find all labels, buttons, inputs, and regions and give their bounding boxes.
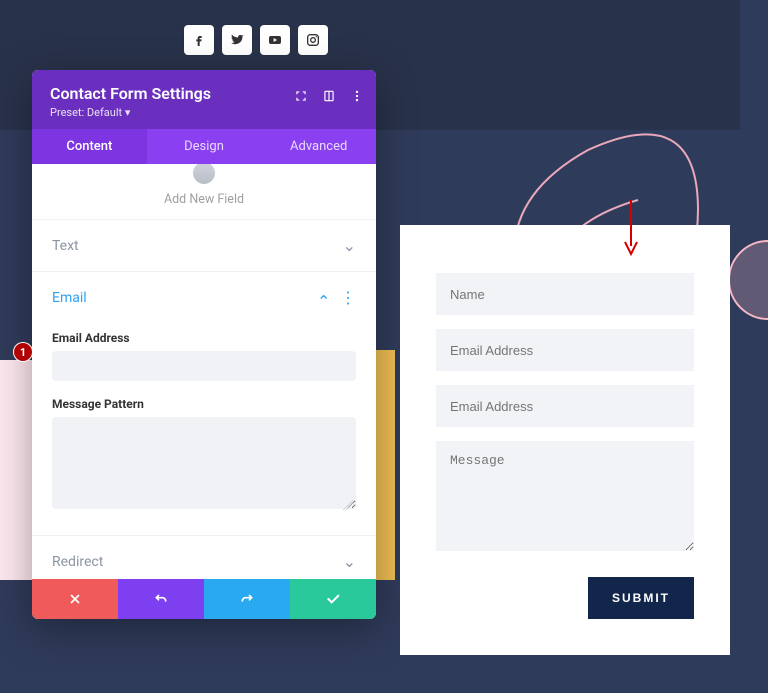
section-more-icon[interactable]: ⋮ — [340, 290, 356, 306]
email-address-label: Email Address — [52, 331, 356, 345]
preview-submit-button[interactable]: SUBMIT — [588, 577, 694, 619]
message-pattern-label: Message Pattern — [52, 397, 356, 411]
email-address-input[interactable] — [52, 351, 356, 381]
section-redirect-label: Redirect — [52, 554, 103, 570]
section-text-label: Text — [52, 238, 79, 254]
twitter-icon[interactable] — [222, 25, 252, 55]
panel-body: Add New Field Text ⌄ Email ⌄ ⋮ Email Add… — [32, 164, 376, 579]
instagram-icon[interactable] — [298, 25, 328, 55]
settings-panel: Contact Form Settings Preset: Default ▾ … — [32, 70, 376, 619]
social-row — [184, 25, 328, 55]
message-pattern-input[interactable] — [52, 417, 356, 509]
preview-email-field-2[interactable] — [436, 385, 694, 427]
section-redirect[interactable]: Redirect ⌄ — [32, 535, 376, 579]
add-new-field[interactable]: Add New Field — [32, 164, 376, 219]
section-email[interactable]: Email ⌄ ⋮ — [32, 271, 376, 323]
facebook-icon[interactable] — [184, 25, 214, 55]
menu-icon[interactable] — [350, 88, 364, 107]
panel-footer — [32, 579, 376, 619]
panel-preset[interactable]: Preset: Default ▾ — [50, 106, 358, 119]
annotation-badge-1: 1 — [14, 343, 32, 361]
tab-content[interactable]: Content — [32, 129, 147, 164]
redo-button[interactable] — [204, 579, 290, 619]
add-icon — [193, 164, 215, 184]
tab-advanced[interactable]: Advanced — [261, 129, 376, 164]
panel-tabs: Content Design Advanced — [32, 129, 376, 164]
preview-email-field-1[interactable] — [436, 329, 694, 371]
cancel-button[interactable] — [32, 579, 118, 619]
tab-design[interactable]: Design — [147, 129, 262, 164]
save-button[interactable] — [290, 579, 376, 619]
add-field-label: Add New Field — [164, 192, 244, 207]
decorative-circle — [728, 240, 768, 320]
section-email-content: Email Address Message Pattern — [32, 331, 376, 527]
responsive-icon[interactable] — [322, 88, 336, 107]
chevron-down-icon: ⌄ — [343, 552, 356, 571]
section-text[interactable]: Text ⌄ — [32, 219, 376, 271]
youtube-icon[interactable] — [260, 25, 290, 55]
preview-name-field[interactable] — [436, 273, 694, 315]
chevron-up-icon: ⌄ — [317, 291, 330, 310]
expand-icon[interactable] — [294, 88, 308, 107]
preview-message-field[interactable] — [436, 441, 694, 551]
chevron-down-icon: ⌄ — [343, 236, 356, 255]
panel-header: Contact Form Settings Preset: Default ▾ — [32, 70, 376, 129]
contact-form-preview: SUBMIT — [400, 225, 730, 655]
section-email-label: Email — [52, 290, 87, 306]
undo-button[interactable] — [118, 579, 204, 619]
